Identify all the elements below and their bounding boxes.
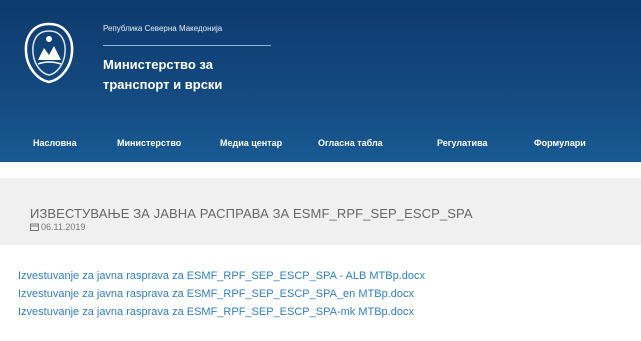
ministry-name-line1: Министерство за [103, 57, 213, 72]
calendar-icon [30, 223, 39, 231]
attachment-link-alb[interactable]: Izvestuvanje za javna rasprava za ESMF_R… [18, 267, 425, 285]
site-header: Република Северна Македонија Министерств… [0, 0, 641, 162]
article-date: 06.11.2019 [41, 222, 86, 232]
ministry-name[interactable]: Министерство за транспорт и врски [103, 55, 303, 95]
attachment-list: Izvestuvanje za javna rasprava za ESMF_R… [18, 267, 425, 321]
article-title: ИЗВЕСТУВАЊЕ ЗА ЈАВНА РАСПРАВА ЗА ESMF_RP… [30, 206, 473, 221]
attachment-link-en[interactable]: Izvestuvanje za javna rasprava za ESMF_R… [18, 285, 425, 303]
coat-of-arms-icon[interactable] [20, 20, 78, 86]
nav-item-forms[interactable]: Формулари [534, 138, 586, 148]
nav-item-media-center[interactable]: Медиа центар [220, 138, 282, 148]
nav-item-ministry[interactable]: Министерство [117, 138, 181, 148]
nav-item-regulations[interactable]: Регулатива [437, 138, 488, 148]
nav-item-notice-board[interactable]: Огласна табла [318, 138, 383, 148]
republic-label: Република Северна Македонија [103, 24, 223, 33]
ministry-name-line2: транспорт и врски [103, 77, 223, 92]
header-divider [103, 45, 271, 46]
attachment-link-mk[interactable]: Izvestuvanje za javna rasprava za ESMF_R… [18, 303, 425, 321]
nav-item-home[interactable]: Насловна [33, 138, 77, 148]
main-nav: Насловна Министерство Медиа центар Оглас… [0, 128, 641, 162]
